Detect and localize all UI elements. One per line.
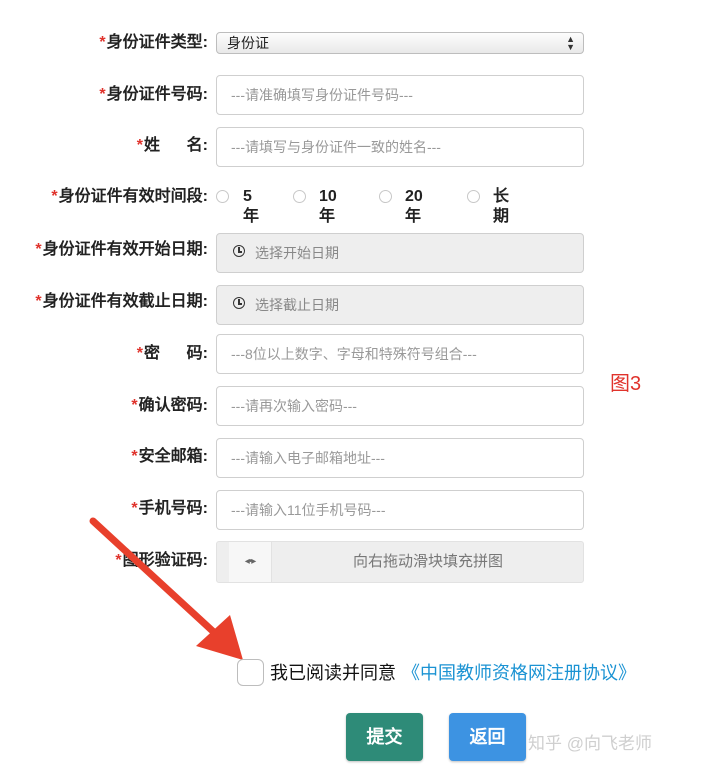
confirm-password-label-text: 确认密码: xyxy=(138,397,208,414)
radio-5-years[interactable] xyxy=(216,190,229,203)
id-type-label-text: 身份证件类型: xyxy=(106,34,208,51)
email-placeholder: ---请输入电子邮箱地址--- xyxy=(231,450,385,466)
id-number-input[interactable]: ---请准确填写身份证件号码--- xyxy=(216,75,584,115)
select-arrows-icon: ▲ ▼ xyxy=(566,34,575,52)
required-mark: * xyxy=(136,137,143,154)
start-date-label-text: 身份证件有效开始日期: xyxy=(42,241,208,258)
required-mark: * xyxy=(136,345,143,362)
radio-20-years-label[interactable]: 20年 xyxy=(405,187,423,227)
required-mark: * xyxy=(115,552,122,569)
validity-label: *身份证件有效时间段: xyxy=(51,187,208,207)
end-date-picker[interactable]: 选择截止日期 xyxy=(216,285,584,325)
agreement-checkbox[interactable] xyxy=(237,659,264,686)
id-number-label: *身份证件号码: xyxy=(99,85,208,105)
validity-label-text: 身份证件有效时间段: xyxy=(58,188,208,205)
required-mark: * xyxy=(131,397,138,414)
start-date-label: *身份证件有效开始日期: xyxy=(35,240,208,260)
clock-icon xyxy=(233,245,245,257)
end-date-label-text: 身份证件有效截止日期: xyxy=(42,293,208,310)
id-type-selected-value: 身份证 xyxy=(227,35,269,51)
phone-label: *手机号码: xyxy=(131,499,208,519)
required-mark: * xyxy=(99,34,106,51)
captcha-label: *图形验证码: xyxy=(115,551,208,571)
arrow-shaft xyxy=(89,517,222,640)
required-mark: * xyxy=(131,500,138,517)
confirm-password-label: *确认密码: xyxy=(131,396,208,416)
agreement-link[interactable]: 《中国教师资格网注册协议》 xyxy=(402,661,636,685)
clock-icon xyxy=(233,297,245,309)
slider-hint: 向右拖动滑块填充拼图 xyxy=(352,553,503,570)
required-mark: * xyxy=(35,241,42,258)
phone-placeholder: ---请输入11位手机号码--- xyxy=(231,502,386,518)
password-label: *密 码: xyxy=(137,344,208,364)
captcha-label-text: 图形验证码: xyxy=(122,552,208,569)
radio-10-years[interactable] xyxy=(293,190,306,203)
submit-button[interactable]: 提交 xyxy=(346,713,423,761)
radio-10-years-label[interactable]: 10年 xyxy=(319,187,337,227)
start-date-placeholder: 选择开始日期 xyxy=(255,245,339,261)
name-label: *姓 名: xyxy=(137,136,208,156)
name-input[interactable]: ---请填写与身份证件一致的姓名--- xyxy=(216,127,584,167)
required-mark: * xyxy=(35,293,42,310)
watermark: 知乎 @向飞老师 xyxy=(528,734,652,753)
end-date-label: *身份证件有效截止日期: xyxy=(35,292,208,312)
required-mark: * xyxy=(51,188,58,205)
id-number-label-text: 身份证件号码: xyxy=(106,86,208,103)
radio-20-years[interactable] xyxy=(379,190,392,203)
radio-5-years-label[interactable]: 5年 xyxy=(243,187,259,227)
password-label-text: 密 码: xyxy=(143,345,208,362)
back-button[interactable]: 返回 xyxy=(449,713,526,761)
arrow-head xyxy=(196,615,243,660)
slider-captcha: ◂•▸ 向右拖动滑块填充拼图 xyxy=(216,541,584,583)
confirm-password-placeholder: ---请再次输入密码--- xyxy=(231,398,357,414)
required-mark: * xyxy=(99,86,106,103)
name-label-text: 姓 名: xyxy=(143,137,208,154)
id-number-placeholder: ---请准确填写身份证件号码--- xyxy=(231,87,413,103)
radio-permanent[interactable] xyxy=(467,190,480,203)
figure-label: 图3 xyxy=(610,373,642,395)
end-date-placeholder: 选择截止日期 xyxy=(255,297,339,313)
email-input[interactable]: ---请输入电子邮箱地址--- xyxy=(216,438,584,478)
phone-label-text: 手机号码: xyxy=(138,500,208,517)
id-type-select[interactable]: 身份证 ▲ ▼ xyxy=(216,32,584,54)
agreement-text: 我已阅读并同意 xyxy=(270,663,396,683)
radio-permanent-label[interactable]: 长期 xyxy=(493,187,509,227)
id-type-label: *身份证件类型: xyxy=(99,33,208,53)
start-date-picker[interactable]: 选择开始日期 xyxy=(216,233,584,273)
email-label-text: 安全邮箱: xyxy=(138,448,208,465)
slider-handle[interactable]: ◂•▸ xyxy=(229,542,272,582)
email-label: *安全邮箱: xyxy=(131,447,208,467)
required-mark: * xyxy=(131,448,138,465)
password-input[interactable]: ---8位以上数字、字母和特殊符号组合--- xyxy=(216,334,584,374)
name-placeholder: ---请填写与身份证件一致的姓名--- xyxy=(231,139,441,155)
password-placeholder: ---8位以上数字、字母和特殊符号组合--- xyxy=(231,346,477,362)
phone-input[interactable]: ---请输入11位手机号码--- xyxy=(216,490,584,530)
confirm-password-input[interactable]: ---请再次输入密码--- xyxy=(216,386,584,426)
